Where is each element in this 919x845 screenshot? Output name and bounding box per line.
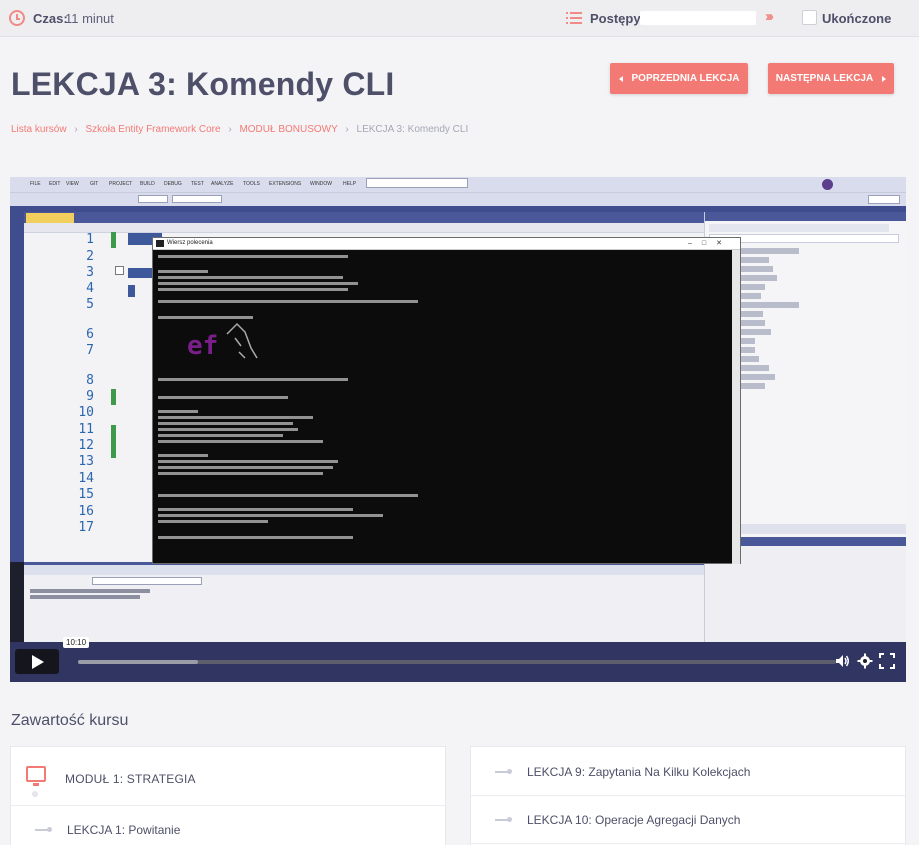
- line-number: 1: [86, 232, 94, 247]
- chevron-right-icon: ›: [345, 124, 349, 135]
- lesson-arrow-icon: [495, 769, 512, 774]
- svg-text:ef: ef: [187, 331, 218, 361]
- vs-menu-item: TEST: [191, 181, 204, 187]
- line-number: 16: [78, 504, 94, 519]
- line-number: 17: [78, 520, 94, 535]
- vs-menu-item: GIT: [90, 181, 99, 187]
- vs-menu-item: EDIT: [49, 181, 61, 187]
- vs-menu-item: VIEW: [66, 181, 79, 187]
- play-button[interactable]: [15, 649, 59, 674]
- line-number: 3: [86, 265, 94, 280]
- vs-side-strip: [10, 212, 24, 562]
- video-seek-bar[interactable]: [78, 660, 836, 664]
- vs-menu-item: TOOLS: [243, 181, 260, 187]
- cmd-scrollbar[interactable]: [732, 250, 740, 564]
- chevron-right-icon: ›: [74, 124, 78, 135]
- vs-menu-item: EXTENSIONS: [269, 181, 302, 187]
- settings-gear-icon[interactable]: [857, 653, 873, 669]
- double-chevron-right-icon[interactable]: ›››: [765, 8, 774, 25]
- lesson-item[interactable]: LEKCJA 10: Operacje Agregacji Danych: [527, 813, 740, 827]
- line-number: 11: [78, 422, 94, 437]
- presentation-icon: [26, 766, 46, 786]
- course-content-title: Zawartość kursu: [11, 712, 129, 729]
- lesson-item[interactable]: LEKCJA 9: Zapytania Na Kilku Kolekcjach: [527, 765, 750, 779]
- completed-checkbox[interactable]: [802, 10, 817, 25]
- lesson-list-card: LEKCJA 9: Zapytania Na Kilku Kolekcjach …: [470, 746, 906, 845]
- line-number: 12: [78, 438, 94, 453]
- page-title: LEKCJA 3: Komendy CLI: [11, 66, 395, 102]
- seek-time-tooltip: 10:10: [63, 637, 90, 648]
- next-lesson-button[interactable]: NASTĘPNA LEKCJA: [768, 63, 894, 94]
- line-number: 15: [78, 487, 94, 502]
- vs-menu-item: DEBUG: [164, 181, 182, 187]
- line-number: 8: [86, 373, 94, 388]
- line-number: 10: [78, 405, 94, 420]
- progress-label: Postępy:: [590, 11, 645, 26]
- next-lesson-label: NASTĘPNA LEKCJA: [775, 73, 874, 84]
- previous-lesson-button[interactable]: POPRZEDNIA LEKCJA: [610, 63, 748, 94]
- volume-icon[interactable]: [834, 653, 850, 669]
- module-card: MODUŁ 1: STRATEGIA LEKCJA 1: Powitanie: [10, 746, 446, 845]
- module-title[interactable]: MODUŁ 1: STRATEGIA: [65, 772, 196, 786]
- breadcrumb-item-school[interactable]: Szkoła Entity Framework Core: [85, 124, 220, 135]
- chevron-right-icon: ›: [228, 124, 232, 135]
- breadcrumb-current: LEKCJA 3: Komendy CLI: [356, 124, 469, 135]
- clock-icon: [9, 10, 25, 26]
- breadcrumb: Lista kursów › Szkoła Entity Framework C…: [11, 124, 468, 135]
- caret-left-icon: [618, 75, 623, 82]
- vs-output-panel: [24, 562, 704, 642]
- vs-menu-item: PROJECT: [109, 181, 133, 187]
- lesson-item[interactable]: LEKCJA 1: Powitanie: [67, 823, 180, 837]
- vs-menu-item: ANALYZE: [211, 181, 234, 187]
- progress-bar: [640, 11, 756, 25]
- vs-avatar: [822, 179, 833, 190]
- vs-menu-item: WINDOW: [310, 181, 332, 187]
- line-number: 13: [78, 454, 94, 469]
- lesson-arrow-icon: [35, 827, 52, 832]
- vs-menubar: FILE EDIT VIEW GIT PROJECT BUILD DEBUG T…: [10, 177, 906, 192]
- line-number: 6: [86, 327, 94, 342]
- breadcrumb-item-module[interactable]: MODUŁ BONUSOWY: [239, 124, 337, 135]
- terminal-icon: [156, 240, 164, 247]
- lesson-arrow-icon: [495, 817, 512, 822]
- fullscreen-icon[interactable]: [879, 653, 895, 669]
- vs-search-box: [366, 178, 468, 188]
- line-number: 9: [86, 389, 94, 404]
- cmd-title: Wiersz polecenia: [167, 240, 213, 246]
- caret-right-icon: [882, 75, 887, 82]
- line-number: 14: [78, 471, 94, 486]
- breadcrumb-item-courses[interactable]: Lista kursów: [11, 124, 67, 135]
- completed-label[interactable]: Ukończone: [822, 11, 891, 26]
- line-number: 5: [86, 297, 94, 312]
- line-number: 4: [86, 281, 94, 296]
- line-number: 7: [86, 343, 94, 358]
- list-check-icon: [566, 11, 582, 25]
- time-value: 11 minut: [65, 11, 114, 26]
- previous-lesson-label: POPRZEDNIA LEKCJA: [631, 73, 740, 84]
- video-player[interactable]: FILE EDIT VIEW GIT PROJECT BUILD DEBUG T…: [10, 177, 906, 682]
- vs-toolbar: [10, 192, 906, 206]
- ef-ascii-logo: ef: [187, 322, 258, 361]
- time-label: Czas:: [33, 11, 68, 26]
- vs-menu-item: HELP: [343, 181, 357, 187]
- line-number: 2: [86, 249, 94, 264]
- vs-menu-item: FILE: [30, 181, 41, 187]
- command-prompt-window: Wiersz polecenia –□✕ ef: [152, 237, 741, 564]
- vs-menu-item: BUILD: [140, 181, 155, 187]
- lesson-topbar: Czas: 11 minut Postępy: ››› Ukończone: [0, 0, 919, 37]
